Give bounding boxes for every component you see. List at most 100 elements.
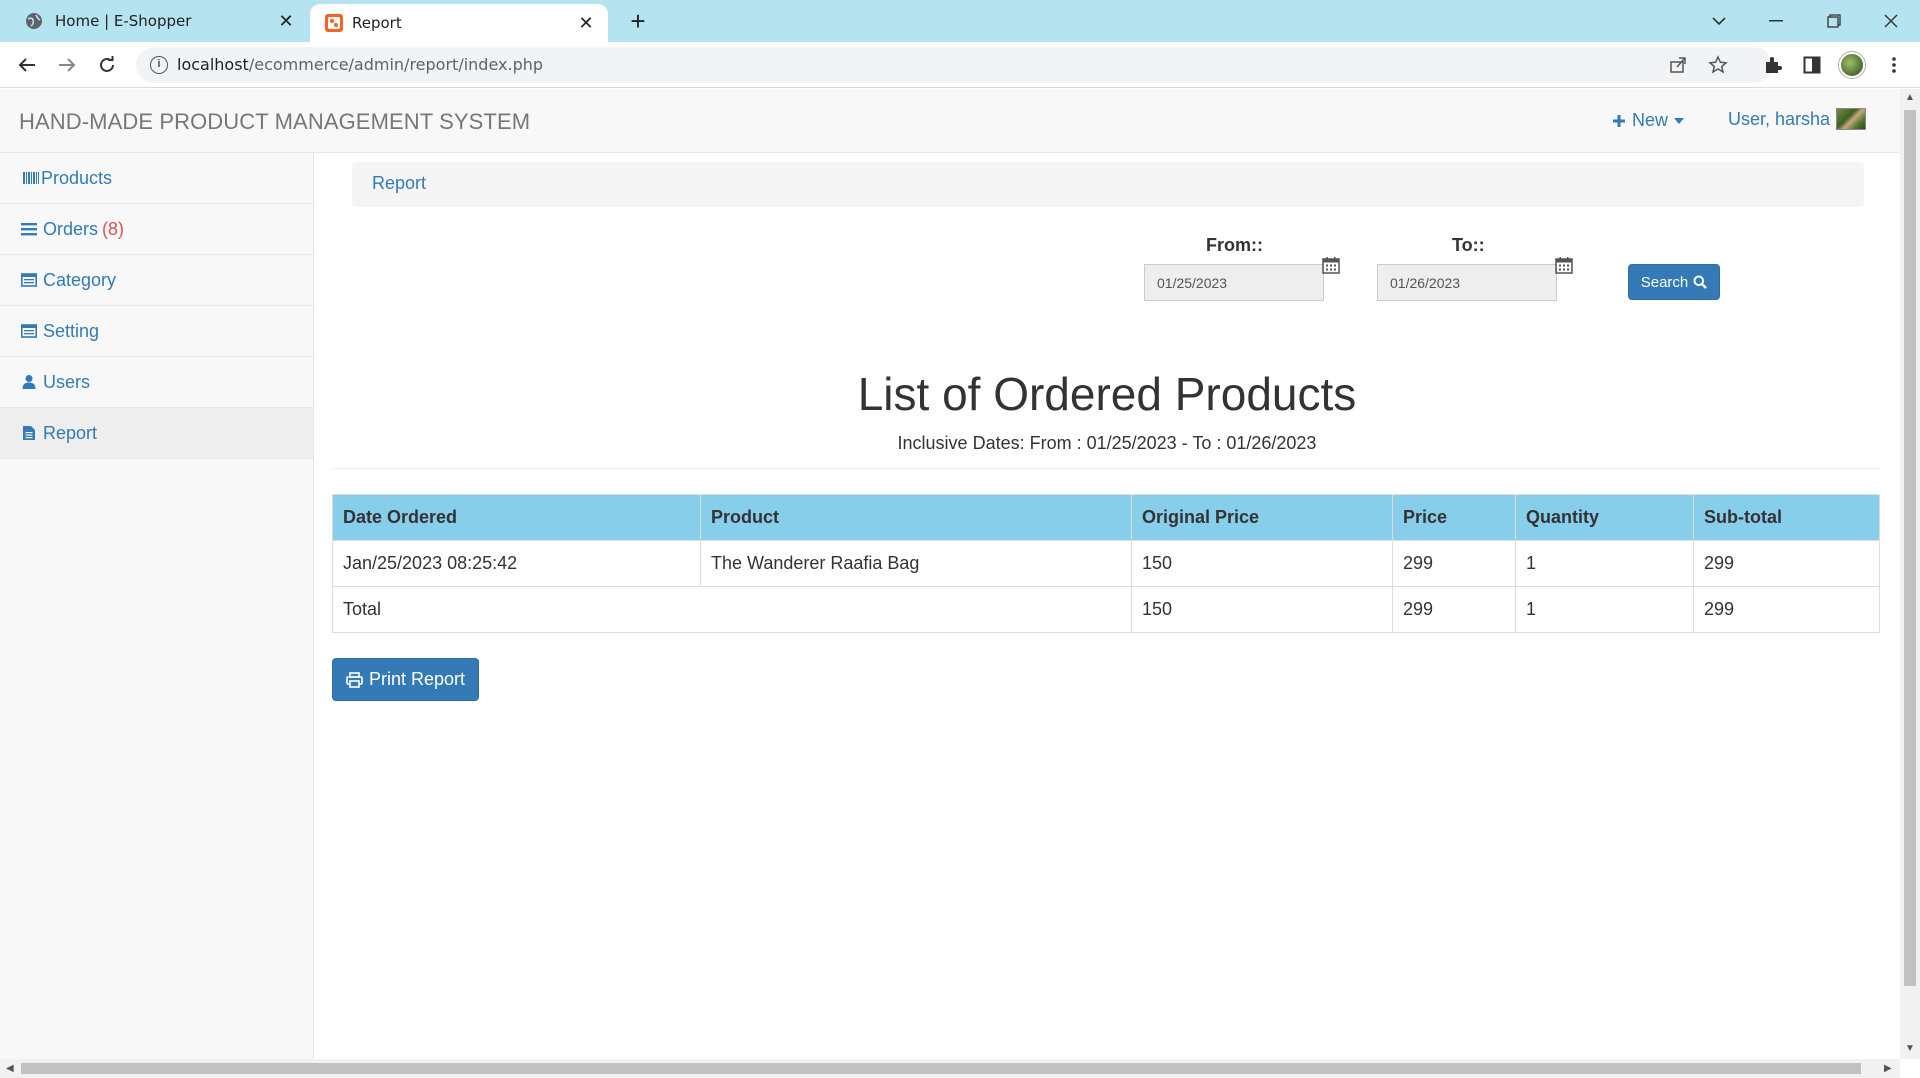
total-quantity: 1 [1515,586,1694,633]
share-icon[interactable] [1666,53,1690,77]
table-row: Jan/25/2023 08:25:42 The Wanderer Raafia… [332,540,1880,587]
user-dropdown[interactable]: User, harsha [1728,108,1867,130]
forward-button[interactable] [52,50,82,80]
url-text: localhost/ecommerce/admin/report/index.p… [177,55,543,74]
close-tab-icon[interactable]: ✕ [576,13,596,34]
cell-product: The Wanderer Raafia Bag [700,540,1132,587]
file-icon [23,426,35,440]
close-tab-icon[interactable]: ✕ [276,11,296,32]
total-label: Total [332,586,1132,633]
cell-date-ordered: Jan/25/2023 08:25:42 [332,540,701,587]
top-navbar: HAND-MADE PRODUCT MANAGEMENT SYSTEM New … [0,89,1900,153]
from-label: From:: [1206,235,1263,255]
cell-price: 299 [1392,540,1516,587]
print-report-label: Print Report [368,669,466,689]
list-icon [21,223,37,236]
breadcrumb: Report [352,162,1864,207]
site-favicon [325,14,343,32]
print-report-button[interactable]: Print Report [332,658,479,701]
total-row: Total 150 299 1 299 [332,586,1880,633]
window-list-icon [21,324,37,338]
url-field[interactable]: i localhost/ecommerce/admin/report/index… [136,47,1772,83]
vertical-scrollbar[interactable]: ▲ ▼ [1900,89,1920,1059]
report-subtitle: Inclusive Dates: From : 01/25/2023 - To … [897,433,1317,453]
new-tab-button[interactable]: + [624,7,652,35]
breadcrumb-report-link[interactable]: Report [372,173,426,193]
back-button[interactable] [12,50,42,80]
horizontal-scrollbar[interactable]: ◀ ▶ [0,1059,1900,1078]
scroll-down-arrow-icon[interactable]: ▼ [1905,1043,1915,1054]
sidebar-item-products[interactable]: Products [0,153,313,204]
vertical-scroll-thumb[interactable] [1904,110,1916,986]
sidebar-item-label: Users [43,371,91,392]
site-info-icon[interactable]: i [150,56,168,74]
sidebar-item-label: Category [43,269,117,290]
caret-down-icon [1674,117,1685,124]
brand-title[interactable]: HAND-MADE PRODUCT MANAGEMENT SYSTEM [19,109,530,135]
total-price: 299 [1392,586,1516,633]
to-label: To:: [1452,235,1485,255]
column-header-subtotal: Sub-total [1693,494,1880,541]
back-arrow-icon [18,58,35,72]
new-label: New [1632,110,1669,130]
cell-original-price: 150 [1131,540,1393,587]
horizontal-scroll-thumb[interactable] [21,1063,1861,1074]
column-header-price: Price [1392,494,1516,541]
user-avatar [1836,108,1867,130]
side-panel-icon[interactable] [1798,51,1826,79]
reload-button[interactable] [92,50,122,80]
cell-subtotal: 299 [1693,540,1880,587]
address-bar: i localhost/ecommerce/admin/report/index… [0,42,1920,88]
url-path: /ecommerce/admin/report/index.php [248,55,544,74]
profile-avatar-icon[interactable] [1838,51,1866,79]
orders-count-badge: (8) [102,218,125,239]
table-header-row: Date Ordered Product Original Price Pric… [332,494,1880,541]
column-header-original-price: Original Price [1131,494,1393,541]
to-date-input[interactable]: 01/26/2023 [1377,264,1557,301]
calendar-icon[interactable] [1555,256,1573,274]
tab-search-chevron-icon[interactable] [1691,0,1747,42]
browser-menu-icon[interactable] [1880,51,1908,79]
new-dropdown[interactable]: New [1612,110,1685,131]
plus-icon [1613,114,1625,127]
sidebar-item-category[interactable]: Category [0,255,313,306]
cell-quantity: 1 [1515,540,1694,587]
sidebar-item-setting[interactable]: Setting [0,306,313,357]
scroll-up-arrow-icon[interactable]: ▲ [1905,92,1915,103]
user-icon [22,375,36,389]
tab-title: Home | E-Shopper [55,12,192,30]
sidebar-item-orders[interactable]: Orders (8) [0,204,313,255]
search-button[interactable]: Search [1628,264,1720,300]
from-date-input[interactable]: 01/25/2023 [1144,264,1324,301]
barcode-icon [23,172,39,184]
column-header-date-ordered: Date Ordered [332,494,701,541]
sidebar-item-label: Setting [43,320,100,341]
reload-icon [100,56,114,72]
sidebar: Products Orders (8) Category Setting Use… [0,153,314,1059]
sidebar-item-label: Report [43,422,98,443]
report-table: Date Ordered Product Original Price Pric… [332,494,1880,633]
tab-home-eshopper[interactable]: Home | E-Shopper ✕ [0,0,308,42]
tab-report[interactable]: Report ✕ [310,4,608,42]
scroll-left-arrow-icon[interactable]: ◀ [6,1063,14,1074]
sidebar-item-label: Orders [43,218,99,239]
window-list-icon [21,273,37,287]
print-icon [346,671,363,688]
browser-tab-bar: Home | E-Shopper ✕ Report ✕ + [0,0,1920,42]
url-host: localhost [177,55,249,74]
minimize-button[interactable] [1748,0,1804,42]
search-icon [1693,275,1708,289]
scroll-right-arrow-icon[interactable]: ▶ [1884,1063,1892,1074]
report-title: List of Ordered Products [857,368,1357,420]
column-header-product: Product [700,494,1132,541]
extensions-icon[interactable] [1759,51,1787,79]
tab-title: Report [352,14,402,32]
calendar-icon[interactable] [1322,256,1340,274]
globe-icon [26,13,42,29]
total-subtotal: 299 [1693,586,1880,633]
column-header-quantity: Quantity [1515,494,1694,541]
close-window-button[interactable] [1863,0,1919,42]
divider [332,468,1880,469]
bookmark-star-icon[interactable] [1706,53,1730,77]
restore-button[interactable] [1806,0,1862,42]
